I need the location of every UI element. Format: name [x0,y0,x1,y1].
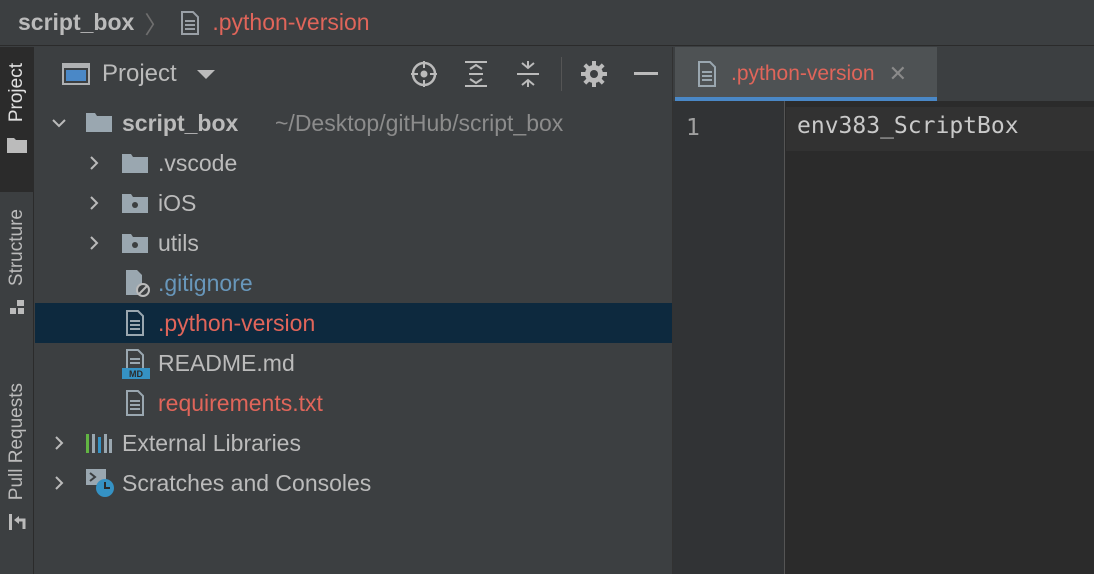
scratches-icon [85,467,117,499]
chevron-down-icon[interactable] [52,116,66,130]
text-file-icon [125,310,145,336]
text-file-icon [125,390,145,416]
gear-icon [581,61,607,87]
tree-label-ios: iOS [158,189,197,216]
tree-row-ios[interactable]: iOS [35,183,672,223]
chevron-right-icon[interactable] [87,196,101,210]
folder-icon [7,138,27,154]
tree-root-path: ~/Desktop/gitHub/script_box [275,109,564,136]
chevron-right-icon[interactable] [87,156,101,170]
module-folder-icon [121,231,149,255]
navigation-bar: script_box 〉 .python-version [0,0,1094,46]
collapse-all-icon [517,61,539,87]
collapse-all-button[interactable] [514,60,542,88]
chevron-right-icon[interactable] [87,236,101,250]
close-icon[interactable]: ✕ [889,61,907,87]
crosshair-icon [411,61,437,87]
tree-label-python-version: .python-version [158,309,316,336]
breadcrumb-file[interactable]: .python-version [180,9,370,36]
svg-text:MD: MD [129,369,143,379]
locate-file-button[interactable] [410,60,438,88]
text-file-icon [698,61,716,87]
editor-gutter: 1 [673,101,785,574]
tool-tab-pull-requests[interactable]: Pull Requests [0,383,34,561]
project-tree: script_box ~/Desktop/gitHub/script_box .… [35,103,672,503]
project-view-label: Project [102,60,177,87]
ignored-file-icon [124,269,150,297]
breadcrumb-file-label: .python-version [212,9,370,35]
tree-row-scratches[interactable]: Scratches and Consoles [35,463,672,503]
markdown-file-icon: MD [121,349,151,379]
tree-row-root[interactable]: script_box ~/Desktop/gitHub/script_box [35,103,672,143]
tool-tab-structure-label: Structure [6,209,27,287]
ide-window: script_box 〉 .python-version Project Str… [0,0,1094,574]
toolbar-divider [561,57,562,91]
tool-tab-project[interactable]: Project [0,47,34,192]
chevron-right-icon[interactable] [52,476,66,490]
tree-label-gitignore: .gitignore [158,269,253,296]
tool-tab-pull-requests-label: Pull Requests [6,383,27,501]
project-window-icon [62,63,90,85]
tree-row-vscode[interactable]: .vscode [35,143,672,183]
pull-request-icon [9,514,26,531]
tool-tab-structure[interactable]: Structure [0,209,34,349]
hide-panel-button[interactable] [632,60,660,88]
breadcrumb-project[interactable]: script_box [18,9,134,36]
settings-button[interactable] [580,60,608,88]
expand-all-button[interactable] [462,60,490,88]
tree-label-root: script_box [122,109,239,136]
editor-tab-bar: .python-version ✕ [673,47,1094,101]
project-view-selector[interactable]: Project [62,60,215,88]
tree-label-vscode: .vscode [158,149,238,176]
tree-label-utils: utils [158,229,199,256]
editor-area: .python-version ✕ 1 env383_ScriptBox [672,47,1094,574]
structure-icon [10,300,24,315]
expand-all-icon [465,61,487,87]
tree-label-external-libraries: External Libraries [122,429,301,456]
tree-label-requirements: requirements.txt [158,389,323,416]
tree-label-scratches: Scratches and Consoles [122,469,372,496]
editor-tab-label: .python-version [731,62,875,85]
tool-tab-project-label: Project [6,63,27,123]
folder-icon [121,151,149,175]
editor-tab-python-version[interactable]: .python-version ✕ [675,47,937,101]
chevron-right-icon[interactable] [52,436,66,450]
module-folder-icon [121,191,149,215]
tree-row-readme[interactable]: MD README.md [35,343,672,383]
breadcrumb-separator: 〉 [144,12,169,39]
tree-row-utils[interactable]: utils [35,223,672,263]
tree-row-requirements[interactable]: requirements.txt [35,383,672,423]
project-panel: Project script_box ~/Desktop/gitHub/scri… [35,47,672,574]
project-panel-toolbar: Project [35,47,672,101]
folder-icon [85,110,113,134]
tool-window-strip: Project Structure Pull Requests [0,47,34,574]
minimize-icon [634,72,658,75]
text-file-icon [181,10,200,35]
tree-row-python-version[interactable]: .python-version [35,303,672,343]
code-line[interactable]: env383_ScriptBox [797,113,1019,139]
chevron-down-icon [196,69,215,79]
libraries-icon [85,431,113,455]
tree-label-readme: README.md [158,349,295,376]
tree-row-gitignore[interactable]: .gitignore [35,263,672,303]
line-number: 1 [686,115,700,141]
tree-row-external-libraries[interactable]: External Libraries [35,423,672,463]
